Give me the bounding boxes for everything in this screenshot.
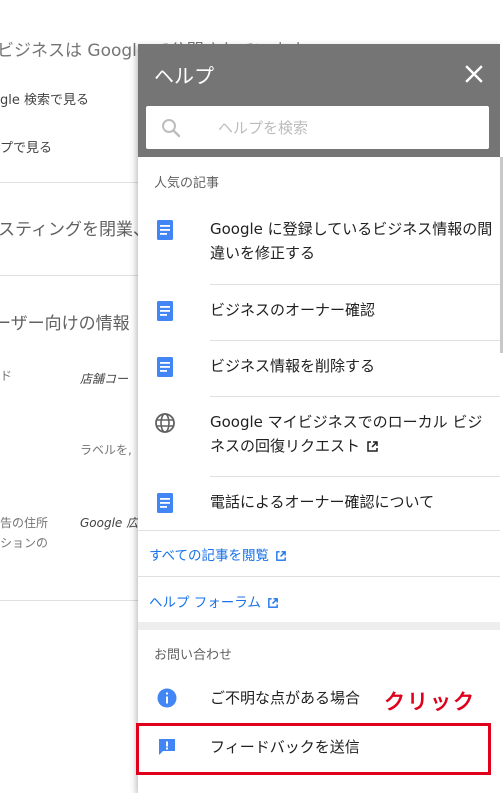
- article-title: ビジネス情報を削除する: [210, 357, 376, 375]
- help-panel-title: ヘルプ: [154, 64, 214, 88]
- help-forum-link[interactable]: ヘルプ フォーラム: [149, 591, 279, 611]
- bg-ad-address-label-2: ションの: [0, 536, 49, 550]
- section-divider: [138, 530, 500, 531]
- document-icon: [157, 301, 173, 321]
- article-item[interactable]: Google マイビジネスでのローカル ビジネスの回復リクエスト: [138, 404, 500, 476]
- section-gap: [138, 622, 500, 630]
- popular-articles-label: 人気の記事: [154, 176, 220, 191]
- article-divider: [210, 284, 500, 285]
- document-icon: [157, 493, 173, 513]
- section-divider: [138, 576, 500, 577]
- bg-store-code-value: 店舗コー: [80, 372, 129, 386]
- bg-divider: [0, 182, 160, 183]
- browse-all-articles-link[interactable]: すべての記事を閲覧: [149, 544, 287, 564]
- article-title: ビジネスのオーナー確認: [210, 301, 376, 319]
- bg-view-on-maps-link[interactable]: プで見る: [0, 137, 52, 156]
- article-item[interactable]: ビジネス情報を削除する: [138, 348, 500, 396]
- search-icon: [162, 119, 181, 138]
- article-item[interactable]: ビジネスのオーナー確認: [138, 292, 500, 340]
- close-icon: [465, 65, 483, 83]
- close-button[interactable]: [460, 60, 488, 88]
- click-highlight-box: [136, 723, 491, 775]
- help-panel-header: ヘルプ: [138, 44, 500, 157]
- bg-close-listing-text: スティングを閉業、: [0, 220, 150, 240]
- document-icon: [157, 357, 173, 377]
- info-icon: [157, 688, 177, 708]
- bg-field-label: ド: [0, 369, 13, 383]
- document-icon: [157, 220, 173, 240]
- contact-section-label: お問い合わせ: [154, 648, 233, 663]
- bg-user-info-heading: ーザー向けの情報: [0, 314, 130, 334]
- bg-label-value: ラベルを,: [80, 443, 132, 457]
- external-link-icon: [276, 551, 286, 561]
- article-title: Google マイビジネスでのローカル ビジネスの回復リクエスト: [210, 413, 483, 455]
- contact-item-label: ご不明な点がある場合: [210, 689, 361, 707]
- bg-google-ads-value: Google 広: [80, 516, 139, 530]
- help-search-box[interactable]: [146, 106, 489, 149]
- help-panel: ヘルプ 人気の記事 Google に登録しているビジネス情報の間違いを修正する: [138, 44, 503, 793]
- external-link-icon: [268, 598, 278, 608]
- click-annotation: クリック: [384, 690, 476, 714]
- help-search-input[interactable]: [216, 112, 480, 144]
- article-divider: [210, 340, 500, 341]
- bg-view-on-search-link[interactable]: gle 検索で見る: [0, 89, 89, 108]
- bg-divider: [0, 275, 160, 276]
- article-title: Google に登録しているビジネス情報の間違いを修正する: [210, 220, 493, 262]
- globe-icon: [155, 413, 175, 433]
- article-item[interactable]: Google に登録しているビジネス情報の間違いを修正する: [138, 210, 500, 274]
- bg-ad-address-label: 告の住所: [0, 516, 49, 530]
- article-divider: [210, 396, 500, 397]
- bg-divider: [0, 600, 160, 601]
- article-divider: [210, 476, 500, 477]
- article-item[interactable]: 電話によるオーナー確認について: [138, 484, 500, 532]
- article-title: 電話によるオーナー確認について: [210, 493, 435, 511]
- external-link-icon: [367, 441, 378, 452]
